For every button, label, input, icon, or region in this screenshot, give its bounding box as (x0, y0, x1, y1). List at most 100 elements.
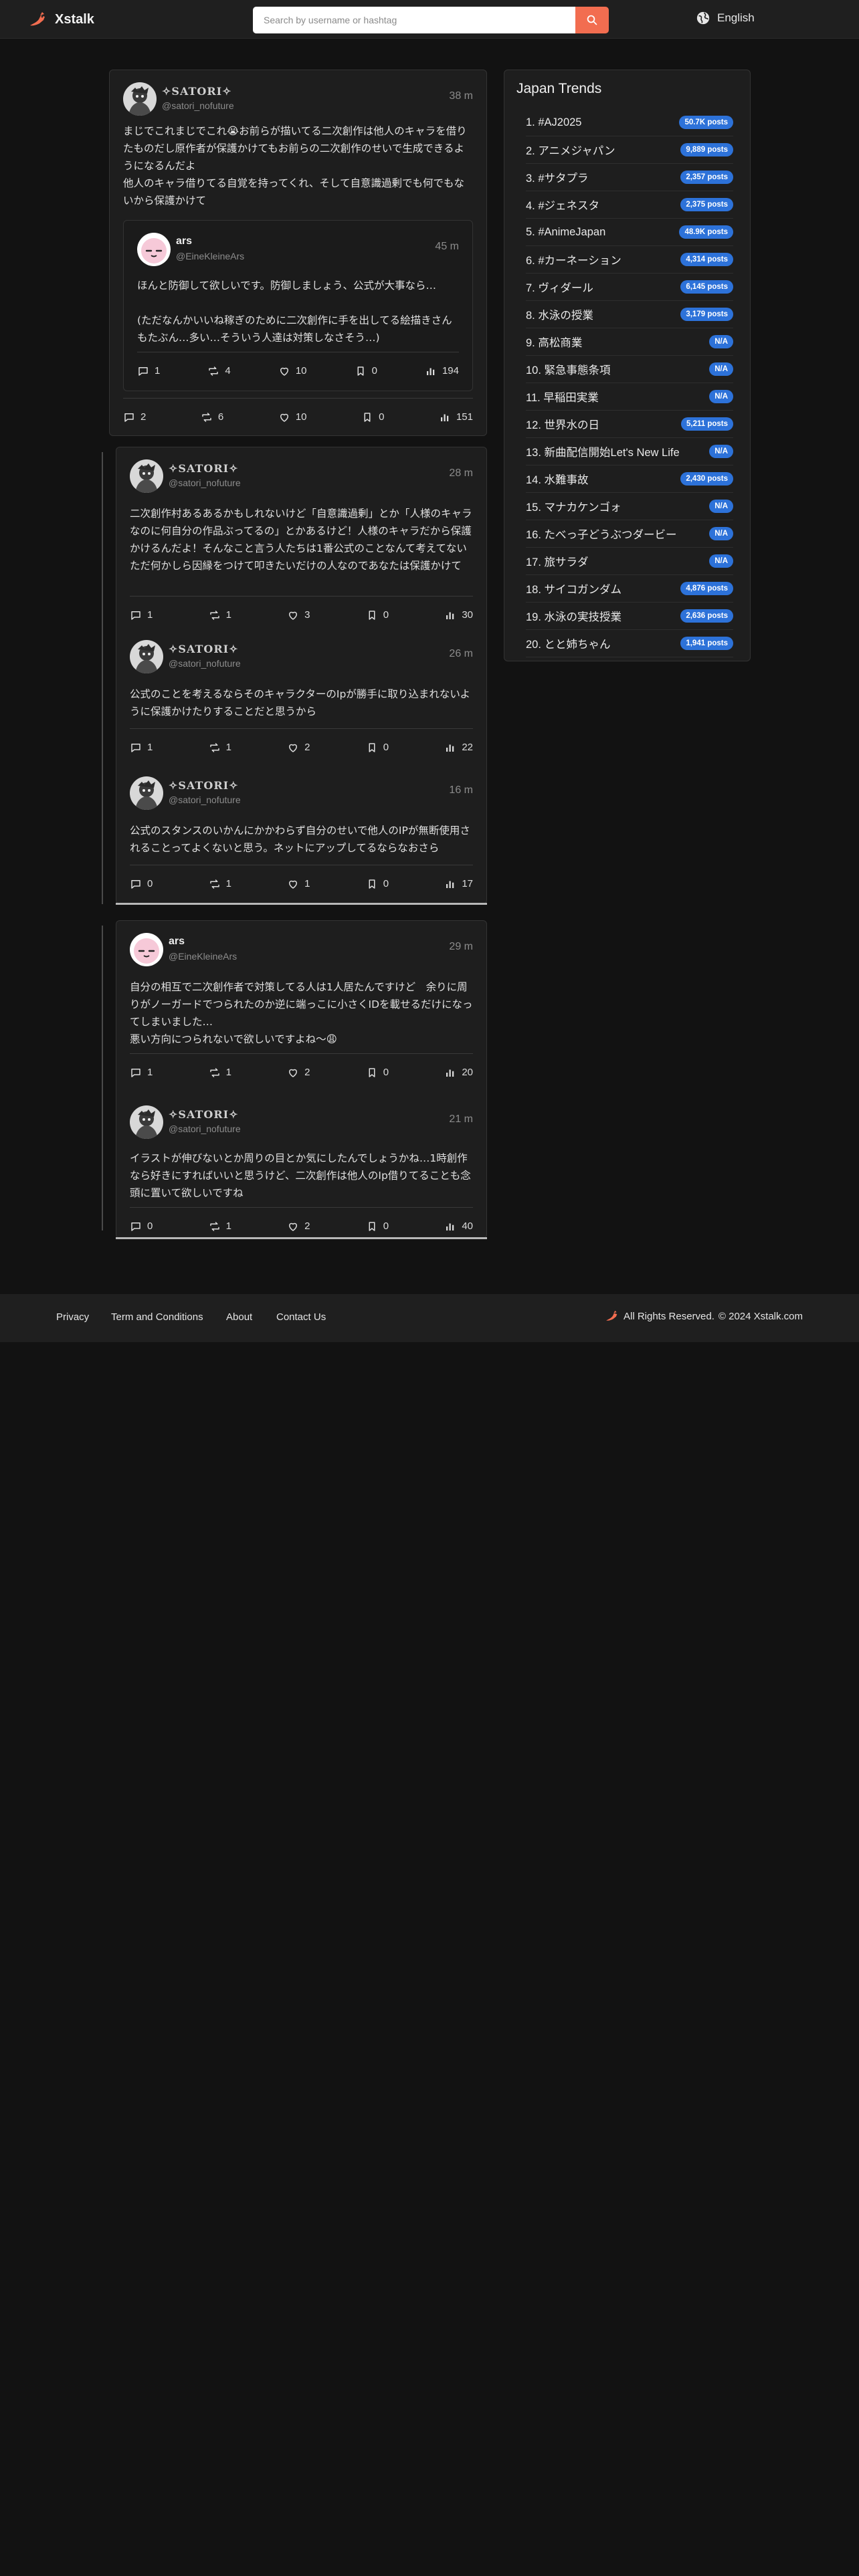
avatar[interactable] (130, 459, 163, 493)
author-handle[interactable]: @EineKleineArs (176, 251, 244, 261)
author-name[interactable]: ars (169, 936, 185, 948)
trend-item[interactable]: 5. #AnimeJapan 48.9K posts (526, 219, 733, 246)
author-name[interactable]: ✧SATORI✧ (169, 462, 239, 475)
views-button[interactable]: 17 (444, 878, 473, 890)
bookmark-button[interactable]: 0 (366, 1067, 389, 1079)
author-name[interactable]: ars (176, 235, 192, 247)
reply-button[interactable]: 0 (130, 1220, 153, 1232)
reply-button[interactable]: 1 (130, 742, 153, 754)
avatar[interactable] (123, 82, 157, 116)
repost-button[interactable]: 1 (209, 609, 231, 621)
post-time: 29 m (449, 941, 473, 952)
bookmark-button[interactable]: 0 (361, 411, 384, 423)
trend-post-count-badge: 6,145 posts (680, 280, 733, 294)
trend-item[interactable]: 13. 新曲配信開始Let's New Life N/A (526, 438, 733, 465)
author-name[interactable]: ✧SATORI✧ (169, 1108, 239, 1121)
trend-item[interactable]: 10. 緊急事態条項 N/A (526, 356, 733, 383)
avatar[interactable] (130, 933, 163, 966)
trend-item[interactable]: 2. アニメジャパン 9,889 posts (526, 136, 733, 164)
author-handle[interactable]: @satori_nofuture (169, 477, 241, 488)
trend-item[interactable]: 19. 水泳の実技授業 2,636 posts (526, 603, 733, 630)
footer-link-about[interactable]: About (226, 1311, 252, 1323)
post[interactable]: ✧SATORI✧ @satori_nofuture 26 m 公式のことを考える… (116, 628, 486, 762)
trend-item[interactable]: 8. 水泳の授業 3,179 posts (526, 301, 733, 328)
reply-button[interactable]: 1 (130, 1067, 153, 1079)
author-handle[interactable]: @EineKleineArs (169, 951, 237, 962)
views-button[interactable]: 20 (444, 1067, 473, 1079)
author-handle[interactable]: @satori_nofuture (162, 100, 234, 111)
trend-item[interactable]: 16. たべっ子どうぶつダービー N/A (526, 520, 733, 548)
footer-link-contact[interactable]: Contact Us (276, 1311, 326, 1323)
trend-item[interactable]: 20. とと姉ちゃん 1,941 posts (526, 630, 733, 657)
repost-button[interactable]: 1 (209, 1220, 231, 1232)
like-button[interactable]: 3 (287, 609, 310, 621)
bookmark-button[interactable]: 0 (366, 742, 389, 754)
views-button[interactable]: 40 (444, 1220, 473, 1232)
reply-button[interactable]: 1 (130, 609, 153, 621)
avatar[interactable] (130, 776, 163, 810)
repost-count: 1 (225, 878, 231, 889)
trend-item[interactable]: 1. #AJ2025 50.7K posts (526, 109, 733, 136)
trend-item[interactable]: 3. #サタプラ 2,357 posts (526, 164, 733, 191)
post[interactable]: ✧SATORI✧ @satori_nofuture 21 m イラストが伸びない… (116, 1093, 486, 1234)
repost-button[interactable]: 4 (207, 365, 231, 377)
trend-post-count-badge: N/A (709, 362, 733, 376)
avatar[interactable] (130, 640, 163, 673)
like-count: 10 (295, 365, 307, 377)
like-button[interactable]: 10 (278, 365, 307, 377)
trend-item[interactable]: 14. 水難事故 2,430 posts (526, 465, 733, 493)
repost-button[interactable]: 1 (209, 878, 231, 890)
author-handle[interactable]: @satori_nofuture (169, 794, 241, 805)
search-button[interactable] (575, 7, 609, 33)
repost-button[interactable]: 1 (209, 1067, 231, 1079)
author-handle[interactable]: @satori_nofuture (169, 1123, 241, 1134)
author-name[interactable]: ✧SATORI✧ (162, 85, 232, 98)
author-name[interactable]: ✧SATORI✧ (169, 643, 239, 655)
avatar[interactable] (137, 233, 171, 266)
views-button[interactable]: 194 (425, 365, 459, 377)
bookmark-button[interactable]: 0 (355, 365, 377, 377)
post[interactable]: ✧SATORI✧ @satori_nofuture 28 m 二次創作村あるある… (116, 447, 486, 621)
author-handle[interactable]: @satori_nofuture (169, 658, 241, 669)
like-button[interactable]: 2 (287, 1220, 310, 1232)
like-button[interactable]: 10 (278, 411, 307, 423)
avatar[interactable] (130, 1105, 163, 1139)
post-card[interactable]: ✧SATORI✧ @satori_nofuture 38 m まじでこれまじでこ… (109, 70, 487, 436)
like-button[interactable]: 2 (287, 742, 310, 754)
language-selector[interactable]: English (696, 11, 755, 25)
trend-item[interactable]: 4. #ジェネスタ 2,375 posts (526, 191, 733, 219)
footer-link-privacy[interactable]: Privacy (56, 1311, 89, 1323)
search-input[interactable] (253, 7, 575, 33)
trend-item[interactable]: 18. サイコガンダム 4,876 posts (526, 575, 733, 603)
bookmark-button[interactable]: 0 (366, 1220, 389, 1232)
views-button[interactable]: 30 (444, 609, 473, 621)
trend-item[interactable]: 11. 早稲田実業 N/A (526, 383, 733, 411)
trend-item[interactable]: 7. ヴィダール 6,145 posts (526, 274, 733, 301)
trend-item[interactable]: 6. #カーネーション 4,314 posts (526, 246, 733, 274)
like-button[interactable]: 1 (287, 878, 310, 890)
bookmark-button[interactable]: 0 (366, 878, 389, 890)
author-name[interactable]: ✧SATORI✧ (169, 779, 239, 792)
trend-post-count-badge: N/A (709, 554, 733, 568)
trend-item[interactable]: 17. 旅サラダ N/A (526, 548, 733, 575)
like-button[interactable]: 2 (287, 1067, 310, 1079)
footer-link-terms[interactable]: Term and Conditions (111, 1311, 203, 1323)
post[interactable]: ars @EineKleineArs 29 m 自分の相互で二次創作者で対策して… (116, 921, 486, 1078)
trend-item[interactable]: 15. マナカケンゴォ N/A (526, 493, 733, 520)
post[interactable]: ✧SATORI✧ @satori_nofuture 16 m 公式のスタンスのい… (116, 764, 486, 898)
thread-card: ars @EineKleineArs 29 m 自分の相互で二次創作者で対策して… (116, 920, 487, 1239)
views-button[interactable]: 22 (444, 742, 473, 754)
quoted-post[interactable]: ars @EineKleineArs 45 m ほんと防御して欲しいです。防御し… (123, 220, 473, 391)
trend-item[interactable]: 12. 世界水の日 5,211 posts (526, 411, 733, 438)
views-button[interactable]: 151 (439, 411, 473, 423)
trend-label: 12. 世界水の日 (526, 419, 600, 431)
trend-item[interactable]: 9. 高松商業 N/A (526, 328, 733, 356)
reply-button[interactable]: 2 (123, 411, 146, 423)
brand-logo[interactable]: Xstalk (28, 9, 94, 29)
bookmark-button[interactable]: 0 (366, 609, 389, 621)
reply-button[interactable]: 0 (130, 878, 153, 890)
bookmark-count: 0 (383, 609, 389, 621)
reply-button[interactable]: 1 (137, 365, 160, 377)
repost-button[interactable]: 6 (201, 411, 223, 423)
repost-button[interactable]: 1 (209, 742, 231, 754)
